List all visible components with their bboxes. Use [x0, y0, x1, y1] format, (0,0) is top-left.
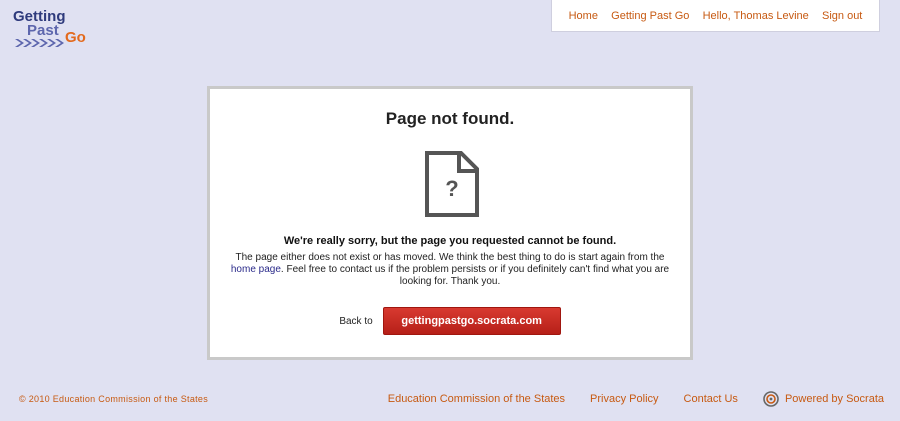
- nav-sign-out-link[interactable]: Sign out: [822, 10, 862, 22]
- powered-by-socrata[interactable]: Powered by Socrata: [763, 391, 884, 407]
- footer-ecs-link[interactable]: Education Commission of the States: [388, 393, 565, 405]
- site-logo[interactable]: Getting Past Go: [13, 6, 105, 50]
- nav-user-greeting-link[interactable]: Hello, Thomas Levine: [703, 10, 809, 22]
- page-title: Page not found.: [385, 109, 515, 128]
- socrata-logo-icon: [763, 391, 779, 407]
- powered-by-socrata-link[interactable]: Powered by Socrata: [785, 393, 884, 405]
- logo-line-go: Go: [65, 29, 86, 46]
- nav-getting-past-go-link[interactable]: Getting Past Go: [611, 10, 689, 22]
- back-to-site-button[interactable]: gettingpastgo.socrata.com: [382, 307, 561, 335]
- explain-text-end: . Feel free to contact us if the problem…: [280, 264, 670, 287]
- error-card: Page not found. ? We're really sorry, bu…: [207, 86, 693, 360]
- back-label: Back to: [339, 315, 373, 327]
- back-row: Back to gettingpastgo.socrata.com: [210, 307, 690, 335]
- logo-line-past: Past: [27, 22, 59, 39]
- footer-contact-link[interactable]: Contact Us: [684, 393, 738, 405]
- nav-home-link[interactable]: Home: [569, 10, 598, 22]
- document-question-icon: ?: [423, 150, 481, 218]
- footer-privacy-link[interactable]: Privacy Policy: [590, 393, 658, 405]
- explain-text-start: The page either does not exist or has mo…: [235, 252, 665, 263]
- home-page-link[interactable]: home page: [231, 264, 281, 275]
- error-heading: We're really sorry, but the page you req…: [283, 235, 617, 247]
- top-navigation: Home Getting Past Go Hello, Thomas Levin…: [551, 0, 880, 32]
- copyright-text: © 2010 Education Commission of the State…: [19, 394, 209, 404]
- footer-links: Education Commission of the States Priva…: [363, 391, 884, 407]
- logo-arrows-icon: [15, 39, 64, 47]
- error-explanation: The page either does not exist or has mo…: [222, 252, 678, 288]
- svg-text:?: ?: [445, 176, 458, 201]
